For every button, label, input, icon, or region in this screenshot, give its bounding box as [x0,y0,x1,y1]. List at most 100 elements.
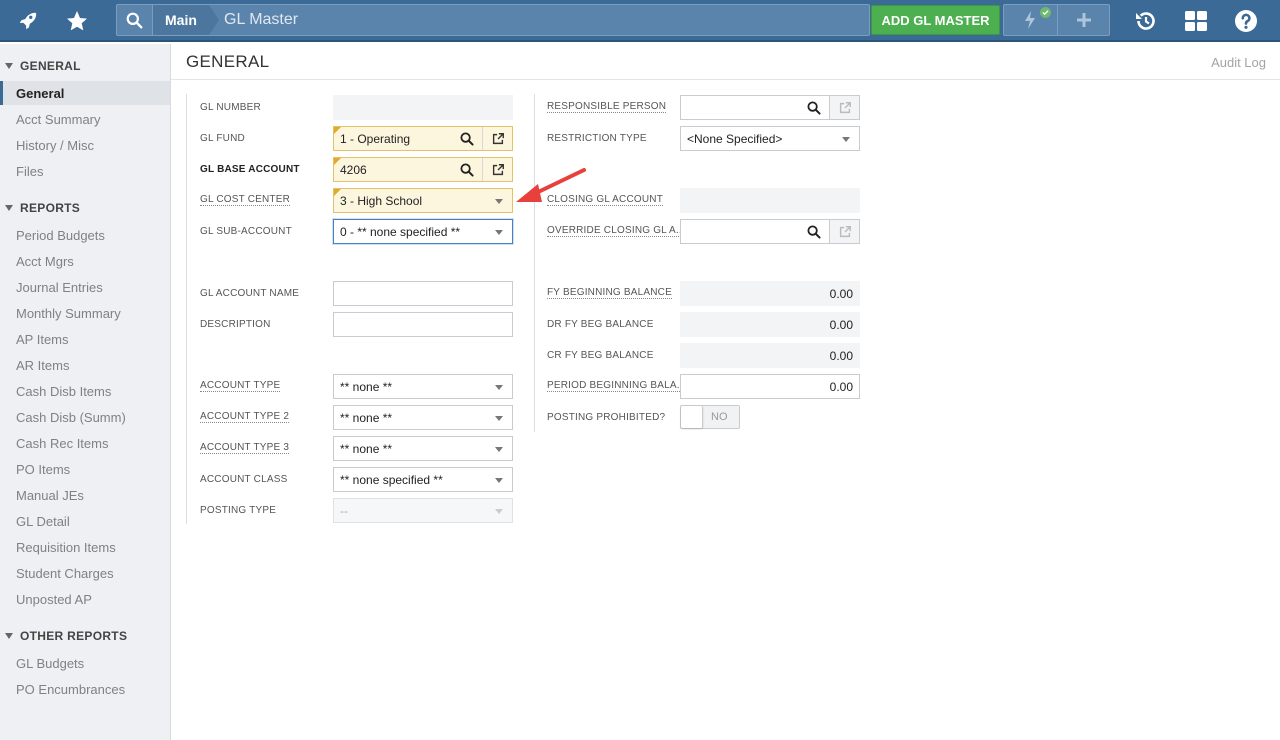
audit-log-link[interactable]: Audit Log [1211,55,1266,70]
title-divider [171,79,1280,80]
sidebar-item-gl-detail[interactable]: GL Detail [0,509,170,533]
sidebar-item-manual-jes[interactable]: Manual JEs [0,483,170,507]
gl-cost-center-select[interactable]: 3 - High School [333,188,513,213]
search-icon[interactable] [452,127,482,150]
account-type-3-select[interactable]: ** none ** [333,436,513,461]
sidebar-item-ar-items[interactable]: AR Items [0,353,170,377]
sidebar-section-general[interactable]: GENERAL [0,55,81,77]
description-input[interactable] [333,312,513,337]
posting-type-label: POSTING TYPE [200,504,277,516]
collapse-triangle-icon [5,63,13,69]
account-class-value: ** none specified ** [340,472,443,487]
gl-account-name-input[interactable] [333,281,513,306]
gl-sub-account-select[interactable]: 0 - ** none specified ** [333,219,513,244]
sidebar-item-acct-summary[interactable]: Acct Summary [0,107,170,131]
gl-base-account-value: 4206 [340,162,367,177]
sidebar-item-unposted-ap[interactable]: Unposted AP [0,587,170,611]
annotation-arrow-icon [516,168,586,202]
gl-number-label: GL NUMBER [200,101,261,113]
search-icon[interactable] [799,96,829,119]
help-icon[interactable] [1230,0,1262,42]
gl-fund-field[interactable]: 1 - Operating [333,126,513,151]
star-icon[interactable] [60,0,94,42]
sidebar-item-cash-disb-summ[interactable]: Cash Disb (Summ) [0,405,170,429]
sidebar-item-acct-mgrs[interactable]: Acct Mgrs [0,249,170,273]
account-type-select[interactable]: ** none ** [333,374,513,399]
breadcrumb-main[interactable]: Main [153,5,219,35]
override-closing-label: OVERRIDE CLOSING GL A... [547,225,685,237]
sidebar-item-cash-rec-items[interactable]: Cash Rec Items [0,431,170,455]
search-icon[interactable] [452,158,482,181]
responsible-person-input[interactable] [680,95,830,120]
rocket-icon[interactable] [12,0,44,42]
check-badge-icon [1040,7,1051,18]
sidebar-item-ap-items[interactable]: AP Items [0,327,170,351]
toggle-knob [681,406,703,428]
account-class-label: ACCOUNT CLASS [200,473,288,485]
chevron-down-icon [495,447,503,452]
sidebar-item-journal-entries[interactable]: Journal Entries [0,275,170,299]
restriction-type-select[interactable]: <None Specified> [680,126,860,151]
chevron-down-icon [842,137,850,142]
sidebar-item-gl-budgets[interactable]: GL Budgets [0,651,170,675]
sidebar-item-po-encumbrances[interactable]: PO Encumbrances [0,677,170,701]
lightning-icon[interactable] [1004,5,1057,35]
fy-beginning-balance-label: FY BEGINNING BALANCE [547,287,672,299]
page-title: GENERAL [186,52,270,71]
override-closing-input[interactable] [680,219,830,244]
account-type-3-label: ACCOUNT TYPE 3 [200,442,290,454]
sidebar-item-cash-disb-items[interactable]: Cash Disb Items [0,379,170,403]
account-class-select[interactable]: ** none specified ** [333,467,513,492]
search-icon[interactable] [799,220,829,243]
add-gl-master-button[interactable]: ADD GL MASTER [871,5,1000,35]
open-link-icon [829,95,860,120]
open-link-icon[interactable] [482,158,512,181]
responsible-person-label: RESPONSIBLE PERSON [547,101,667,113]
plus-icon[interactable] [1058,5,1110,35]
sidebar-item-student-charges[interactable]: Student Charges [0,561,170,585]
sidebar-item-monthly-summary[interactable]: Monthly Summary [0,301,170,325]
history-icon[interactable] [1130,0,1162,42]
gl-sub-account-label: GL SUB-ACCOUNT [200,225,292,237]
toggle-state-label: NO [711,411,728,423]
gl-base-account-label: GL BASE ACCOUNT [200,163,300,175]
column-divider-middle [534,94,535,432]
gl-base-account-field[interactable]: 4206 [333,157,513,182]
chevron-down-icon [495,509,503,514]
posting-type-select: -- [333,498,513,523]
gl-number-field [333,95,513,120]
account-type-label: ACCOUNT TYPE [200,380,281,392]
action-group [1003,4,1110,36]
account-type-2-select[interactable]: ** none ** [333,405,513,430]
sidebar-section-other-reports[interactable]: OTHER REPORTS [0,625,127,647]
sidebar-item-general[interactable]: General [0,81,170,105]
cr-fy-beg-balance-label: CR FY BEG BALANCE [547,349,654,361]
open-link-icon [829,219,860,244]
sidebar-item-history-misc[interactable]: History / Misc [0,133,170,157]
search-icon[interactable] [117,5,153,35]
breadcrumb: Main GL Master [116,4,870,36]
sidebar: GENERAL General Acct Summary History / M… [0,44,171,740]
sidebar-item-period-budgets[interactable]: Period Budgets [0,223,170,247]
chevron-down-icon [495,230,503,235]
open-link-icon[interactable] [482,127,512,150]
account-type-3-value: ** none ** [340,441,393,456]
gl-account-name-label: GL ACCOUNT NAME [200,287,300,299]
posting-prohibited-toggle[interactable]: NO [680,405,740,429]
dr-fy-beg-balance-label: DR FY BEG BALANCE [547,318,654,330]
gl-fund-label: GL FUND [200,132,245,144]
account-type-2-label: ACCOUNT TYPE 2 [200,411,290,423]
sidebar-section-reports[interactable]: REPORTS [0,197,80,219]
gl-fund-value: 1 - Operating [340,131,411,146]
chevron-down-icon [495,478,503,483]
sidebar-item-files[interactable]: Files [0,159,170,183]
description-label: DESCRIPTION [200,318,271,330]
period-beginning-balance-input[interactable]: 0.00 [680,374,860,399]
collapse-triangle-icon [5,633,13,639]
dashboard-grid-icon[interactable] [1180,0,1212,42]
sidebar-item-requisition-items[interactable]: Requisition Items [0,535,170,559]
sidebar-item-po-items[interactable]: PO Items [0,457,170,481]
account-type-2-value: ** none ** [340,410,393,425]
gl-sub-account-value: 0 - ** none specified ** [340,224,461,239]
period-beginning-balance-label: PERIOD BEGINNING BALA... [547,380,686,392]
